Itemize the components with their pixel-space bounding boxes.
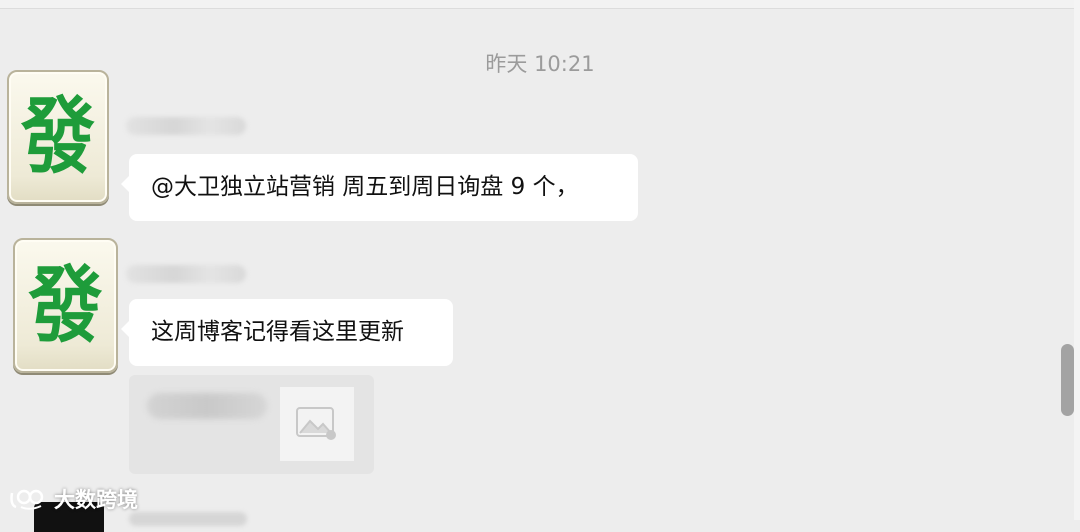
message-text: 这周博客记得看这里更新 <box>151 319 404 345</box>
link-card-thumbnail <box>280 387 354 461</box>
watermark-text: 大数跨境 <box>54 488 138 512</box>
sender-avatar[interactable]: 發 <box>13 238 118 373</box>
dashu-logo-icon <box>10 489 44 510</box>
sender-name-blurred <box>126 117 246 135</box>
sender-name-blurred <box>129 512 247 526</box>
link-card[interactable] <box>129 375 374 474</box>
link-card-title-blurred <box>147 393 267 419</box>
scroll-track <box>1074 0 1080 520</box>
image-icon <box>296 407 336 440</box>
message-text: @大卫独立站营销 周五到周日询盘 9 个， <box>151 174 579 200</box>
scrollbar-thumb[interactable] <box>1061 344 1074 416</box>
avatar-glyph: 發 <box>28 257 103 354</box>
message-timestamp: 昨天 10:21 <box>485 52 595 76</box>
sender-name-blurred <box>126 265 246 283</box>
message-bubble[interactable]: 这周博客记得看这里更新 <box>121 299 453 366</box>
watermark: 大数跨境 <box>8 484 138 514</box>
avatar-glyph: 發 <box>21 88 95 186</box>
message-bubble[interactable]: @大卫独立站营销 周五到周日询盘 9 个， <box>121 154 638 221</box>
sender-avatar[interactable]: 發 <box>7 70 109 204</box>
window-top-border <box>0 0 1080 9</box>
